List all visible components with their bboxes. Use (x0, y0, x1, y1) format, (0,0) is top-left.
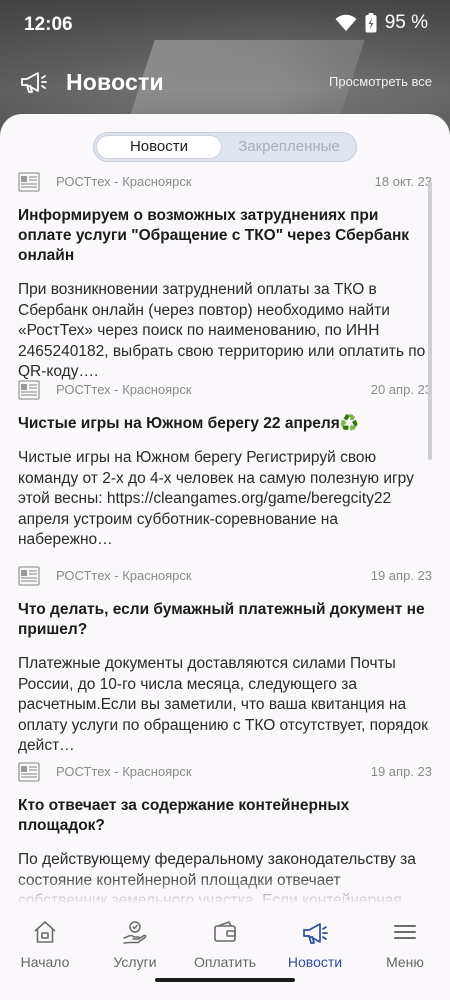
news-title: Чистые игры на Южном берегу 22 апреля♻️ (18, 415, 360, 432)
nav-item-menu[interactable]: Меню (360, 918, 450, 970)
nav-item-pay[interactable]: Оплатить (180, 918, 270, 970)
nav-item-news[interactable]: Новости (270, 918, 360, 970)
nav-label: Оплатить (193, 954, 257, 970)
bottom-navigation: Начало Услуги Оплатить Новости Меню (0, 904, 450, 1000)
wallet-icon (214, 921, 236, 942)
battery-icon (365, 13, 377, 33)
news-date: 19 апр. 23 (370, 764, 432, 779)
nav-label: Начало (20, 954, 70, 970)
page-title: Новости (66, 69, 164, 95)
news-source: РОСТтех - Красноярск (56, 382, 192, 397)
news-title: Информируем о возможных затруднениях при… (18, 207, 410, 264)
news-item[interactable]: РОСТтех - Красноярск 20 апр. 23 Чистые и… (18, 376, 432, 551)
tab-news[interactable]: Новости (96, 135, 222, 159)
nav-label: Новости (287, 954, 343, 970)
news-excerpt: При возникновении затруднений оплаты за … (18, 281, 426, 380)
gesture-home-bar[interactable] (155, 978, 295, 982)
news-item[interactable]: РОСТтех - Красноярск 18 окт. 23 Информир… (18, 168, 432, 383)
status-time: 12:06 (24, 14, 73, 35)
view-all-link[interactable]: Просмотреть все (329, 74, 432, 89)
news-title: Что делать, если бумажный платежный доку… (18, 601, 425, 638)
nav-label: Услуги (113, 954, 157, 970)
content-sheet: Новости Закрепленные РОСТтех - Красноярс… (0, 114, 450, 1000)
news-source: РОСТтех - Красноярск (56, 174, 192, 189)
news-date: 18 окт. 23 (374, 174, 432, 189)
tab-pinned[interactable]: Закрепленные (224, 135, 354, 159)
megaphone-icon (303, 923, 328, 944)
news-source: РОСТтех - Красноярск (56, 568, 192, 583)
nav-label: Меню (386, 954, 424, 970)
services-hand-icon (123, 921, 147, 944)
app-header: Новости Просмотреть все (0, 58, 450, 108)
news-item[interactable]: РОСТтех - Красноярск 19 апр. 23 Что дела… (18, 562, 432, 757)
status-icons: 95 % (335, 12, 428, 34)
news-date: 20 апр. 23 (370, 382, 432, 397)
home-icon (34, 921, 56, 943)
news-title: Кто отвечает за содержание контейнерных … (18, 797, 350, 834)
nav-item-services[interactable]: Услуги (90, 918, 180, 970)
news-excerpt: Чистые игры на Южном берегу Регистрируй … (18, 449, 414, 548)
scrollbar[interactable] (428, 182, 432, 460)
battery-percent: 95 % (384, 12, 428, 33)
news-list: РОСТтех - Красноярск 18 окт. 23 Информир… (0, 166, 450, 904)
megaphone-icon (21, 72, 47, 93)
wifi-icon (335, 14, 357, 31)
nav-item-home[interactable]: Начало (0, 918, 90, 970)
newspaper-icon (18, 380, 40, 400)
newspaper-icon (18, 172, 40, 192)
news-source: РОСТтех - Красноярск (56, 764, 192, 779)
news-date: 19 апр. 23 (370, 568, 432, 583)
newspaper-icon (18, 566, 40, 586)
status-bar: 12:06 95 % (0, 0, 450, 50)
news-segment-control: Новости Закрепленные (93, 132, 357, 162)
menu-icon (394, 925, 416, 939)
list-fade (0, 874, 450, 904)
newspaper-icon (18, 762, 40, 782)
news-excerpt: Платежные документы доставляются силами … (18, 655, 428, 754)
